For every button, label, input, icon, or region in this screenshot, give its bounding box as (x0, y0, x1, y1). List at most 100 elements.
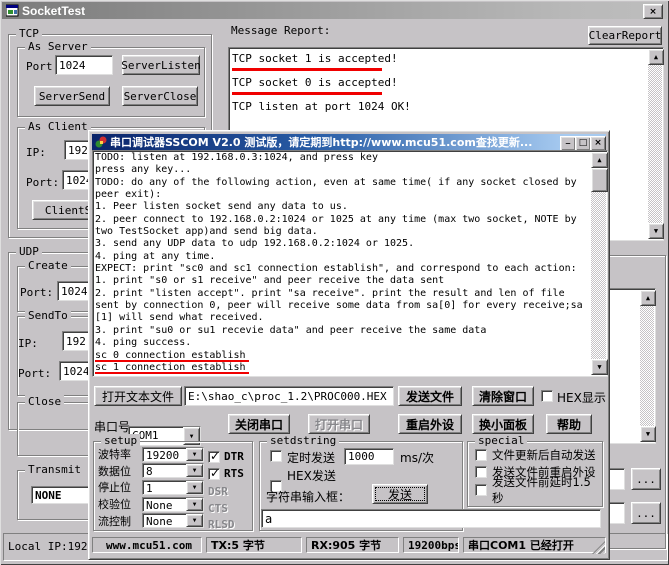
rx-status: RX:905 字节 (306, 537, 399, 553)
setup-row-combobox[interactable]: 8▼ (142, 463, 204, 478)
sscom-statusbar: www.mcu51.com TX:5 字节 RX:905 字节 19200bps… (92, 537, 606, 555)
chevron-down-icon[interactable]: ▼ (186, 448, 203, 461)
setup-row: 流控制None▼ (94, 512, 208, 529)
timed-send-label: 定时发送 (287, 449, 335, 466)
browse-button-2[interactable]: ... (631, 502, 661, 524)
setup-row: 停止位1▼ (94, 479, 208, 496)
terminal-line: 4. ping at any time. (95, 251, 590, 263)
message-item[interactable]: TCP socket 1 is accepted! (230, 50, 647, 66)
terminal-line: peer exit): (95, 189, 590, 201)
terminal-line: sc 1 connection establish (95, 362, 590, 374)
scroll-up-icon[interactable]: ▲ (648, 49, 664, 65)
red-underline (232, 68, 382, 71)
send-string-input[interactable] (261, 509, 601, 528)
website-status: www.mcu51.com (92, 537, 202, 553)
setup-row-combobox[interactable]: 1▼ (142, 480, 204, 495)
terminal-text: TODO: listen at 192.168.0.3:1024, and pr… (95, 152, 590, 376)
special-option[interactable]: 文件更新后自动发送 (468, 446, 602, 464)
baud-status: 19200bps (403, 537, 459, 553)
interval-unit-label: ms/次 (400, 449, 434, 466)
dsr-label: DSR (208, 485, 228, 498)
client-port-label: Port: (26, 176, 59, 189)
setup-row: 波特率19200▼ (94, 446, 208, 463)
browse-button-1[interactable]: ... (631, 468, 661, 490)
sscom-close-button[interactable]: × (590, 136, 606, 151)
file-path-input[interactable] (184, 386, 394, 406)
server-close-button[interactable]: ServerClose (122, 86, 198, 106)
scroll-down-icon[interactable]: ▼ (640, 426, 656, 442)
rts-checkbox[interactable] (208, 468, 220, 480)
small-panel-button[interactable]: 换小面板 (472, 414, 534, 434)
setup-group: setup 波特率19200▼数据位8▼停止位1▼校验位None▼流控制None… (93, 441, 253, 531)
setup-row: 数据位8▼ (94, 463, 208, 480)
terminal-line: 1. print "s0 or s1 receive" and peer rec… (95, 275, 590, 287)
setup-row-combobox[interactable]: 19200▼ (142, 447, 204, 462)
server-send-button[interactable]: ServerSend (34, 86, 110, 106)
udp-create-label: Create (25, 259, 71, 273)
message-item[interactable]: TCP listen at port 1024 OK! (230, 98, 647, 114)
scroll-down-icon[interactable]: ▼ (591, 359, 608, 375)
help-button[interactable]: 帮助 (546, 414, 592, 434)
scrollbar-thumb[interactable] (591, 168, 608, 192)
chevron-down-icon[interactable]: ▼ (186, 498, 203, 511)
udp-sendto-port-label: Port: (18, 367, 51, 380)
server-port-input[interactable] (55, 55, 113, 75)
send-file-button[interactable]: 发送文件 (398, 386, 462, 406)
com-port-label: 串口号 (94, 418, 130, 435)
sscom-maximize-button[interactable]: □ (575, 136, 591, 151)
send-interval-input[interactable] (344, 448, 394, 465)
hex-display-checkbox[interactable] (541, 390, 553, 402)
restart-peripheral-button[interactable]: 重启外设 (398, 414, 462, 434)
udp-sendto-ip-label: IP: (18, 337, 38, 350)
terminal-line: TODO: do any of the following action, ev… (95, 177, 590, 189)
sscom-app-icon (95, 136, 107, 148)
scroll-up-icon[interactable]: ▲ (640, 290, 656, 306)
chevron-down-icon[interactable]: ▼ (186, 514, 203, 527)
sscom-titlebar[interactable]: 串口调试器SSCOM V2.0 测试版，请定期到http://www.mcu51… (92, 134, 606, 150)
sockettest-close-button[interactable]: × (643, 4, 663, 19)
message-report-scrollbar[interactable]: ▲ ▼ (648, 49, 662, 239)
terminal-line: TODO: listen at 192.168.0.3:1024, and pr… (95, 152, 590, 164)
terminal-line: 1. Peer listen socket send any data to u… (95, 201, 590, 213)
sscom-minimize-button[interactable]: _ (560, 136, 576, 151)
sockettest-title: SocketTest (22, 4, 85, 18)
setup-row-label: 停止位 (98, 479, 142, 495)
clear-window-button[interactable]: 清除窗口 (472, 386, 534, 406)
timed-send-checkbox[interactable] (270, 450, 282, 462)
cts-label: CTS (208, 502, 228, 515)
string-input-label: 字符串输入框： (266, 488, 350, 505)
close-port-button[interactable]: 关闭串口 (228, 414, 290, 434)
server-listen-button[interactable]: ServerListen (122, 55, 200, 75)
clear-report-button[interactable]: ClearReport (588, 26, 662, 45)
dtr-checkbox[interactable] (208, 451, 220, 463)
send-button[interactable]: 发送 (372, 484, 428, 504)
chevron-down-icon[interactable]: ▼ (186, 464, 203, 477)
message-item[interactable]: TCP socket 0 is accepted! (230, 74, 647, 90)
desktop-screen: SocketTest × TCP As Server Port: ServerL… (0, 0, 669, 565)
rts-row[interactable]: RTS (208, 467, 244, 480)
scroll-down-icon[interactable]: ▼ (648, 223, 664, 239)
setup-row: 校验位None▼ (94, 496, 208, 513)
open-port-button: 打开串口 (308, 414, 370, 434)
transmit-protocol-input[interactable] (31, 486, 91, 504)
special-option-checkbox[interactable] (475, 466, 487, 478)
dtr-row[interactable]: DTR (208, 450, 244, 463)
setup-row-label: 数据位 (98, 463, 142, 479)
send-data-scrollbar[interactable]: ▲ ▼ (640, 290, 654, 442)
udp-group-label: UDP (16, 245, 42, 259)
setup-row-combobox[interactable]: None▼ (142, 497, 204, 512)
setup-row-combobox[interactable]: None▼ (142, 513, 204, 528)
special-option-checkbox[interactable] (475, 484, 487, 496)
terminal-area[interactable]: TODO: listen at 192.168.0.3:1024, and pr… (92, 150, 608, 377)
special-option-checkbox[interactable] (475, 449, 487, 461)
special-option[interactable]: 发送文件前延时1.5秒 (468, 481, 602, 499)
scroll-up-icon[interactable]: ▲ (591, 152, 608, 168)
as-server-label: As Server (25, 40, 91, 54)
sockettest-titlebar[interactable]: SocketTest × (2, 2, 667, 19)
terminal-scrollbar[interactable]: ▲ ▼ (591, 152, 606, 375)
sscom-window: 串口调试器SSCOM V2.0 测试版，请定期到http://www.mcu51… (88, 130, 610, 560)
open-text-file-button[interactable]: 打开文本文件 (94, 386, 182, 406)
setup-row-value: 19200 (146, 449, 187, 462)
chevron-down-icon[interactable]: ▼ (186, 481, 203, 494)
message-report-label: Message Report: (231, 24, 330, 37)
